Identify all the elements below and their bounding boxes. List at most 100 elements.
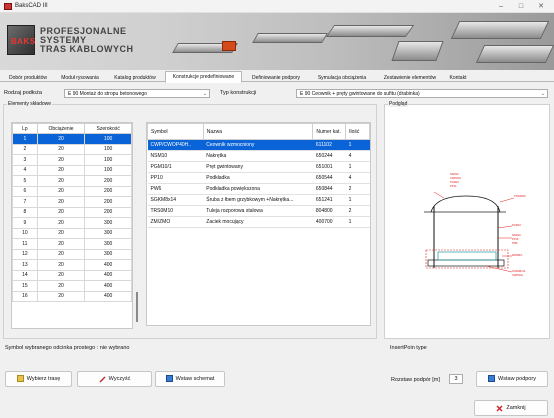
table-cell: 651001 (312, 161, 346, 173)
table-cell: 100 (84, 154, 132, 166)
wstaw-schemat-button[interactable]: Wstaw schemat (155, 371, 225, 387)
tab-definiowanie-podpory[interactable]: Definiowanie podpory (244, 72, 308, 82)
table-cell: 400700 (312, 216, 346, 228)
load-width-table[interactable]: Lp Obciążenie Szerokość 1 20 100 2 20 100 3 20 1… (11, 122, 133, 329)
table-cell: 20 (36, 133, 86, 145)
table-cell: PP10 (147, 172, 204, 184)
table-cell: 300 (84, 227, 132, 239)
preview-group-title: Podgląd (388, 101, 409, 107)
table-cell: 20 (36, 143, 86, 155)
eraser-icon (99, 375, 106, 383)
svg-text:PP10: PP10 (450, 184, 457, 188)
parts-table[interactable]: Symbol Nazwa Numer kat. Ilość CWP/CWOP40… (146, 122, 371, 326)
table-cell: ZM/ZMO (147, 216, 204, 228)
rozstaw-podpor-input[interactable]: 3 (449, 374, 463, 384)
table-row[interactable]: PW6 Podkładka powiększona 650844 2 (147, 183, 370, 195)
table-cell: 13 (12, 259, 38, 271)
chevron-down-icon: ⌄ (540, 91, 545, 97)
table-cell: 651241 (312, 194, 346, 206)
table-cell: 650544 (312, 172, 346, 184)
svg-text:CWP40H: CWP40H (512, 273, 523, 277)
column-header[interactable]: Ilość (345, 123, 370, 140)
table-cell: 1 (345, 161, 370, 173)
zamknij-button[interactable]: Zamknij (474, 400, 548, 416)
table-cell: 650244 (312, 150, 346, 162)
table-cell: 7 (12, 196, 38, 208)
table-cell: 100 (84, 133, 132, 145)
minimize-icon[interactable]: – (494, 2, 508, 11)
table-row[interactable]: 8 20 200 (12, 206, 132, 218)
typ-konstrukcji-select[interactable]: E 90 Ceownik + pręty gwintowane do sufit… (296, 89, 548, 98)
svg-text:TRS0M10: TRS0M10 (514, 194, 526, 198)
table-row[interactable]: 2 20 100 (12, 143, 132, 155)
table-row[interactable]: 4 20 100 (12, 164, 132, 176)
table-row[interactable]: 12 20 300 (12, 248, 132, 260)
column-header[interactable]: Obciążenie (36, 123, 86, 134)
svg-text:PGM10: PGM10 (512, 223, 521, 227)
tab-modul-rysowania[interactable]: Moduł rysowania (55, 72, 105, 82)
tab-dobor-produktow[interactable]: Dobór produktów (3, 72, 53, 82)
tab-katalog-produktow[interactable]: Katalog produktów (107, 72, 163, 82)
table-cell: 300 (84, 238, 132, 250)
wyczysc-button[interactable]: Wyczyść (77, 371, 152, 387)
tray-graphic (325, 25, 415, 37)
baks-logo: BAKS (7, 25, 35, 55)
table-row[interactable]: 9 20 300 (12, 217, 132, 229)
table-row[interactable]: 5 20 200 (12, 175, 132, 187)
column-header[interactable]: Lp (12, 123, 38, 134)
route-icon (16, 375, 24, 383)
table-row[interactable]: PGM10/1 Pręt gwintowany 651001 1 (147, 161, 370, 173)
table-row[interactable]: ZM/ZMO Zaciek mocujący 400700 1 (147, 216, 370, 228)
table-row[interactable]: TRS0M10 Tuleja rozporowa stalowa 804800 2 (147, 205, 370, 217)
table-cell: 5 (12, 175, 38, 187)
table-row[interactable]: 3 20 100 (12, 154, 132, 166)
table-row[interactable]: 1 20 100 (12, 133, 132, 145)
table-cell: 200 (84, 196, 132, 208)
tray-graphic (475, 45, 554, 63)
table-cell: 4 (345, 172, 370, 184)
table-cell: 8 (12, 206, 38, 218)
table-row[interactable]: 15 20 400 (12, 280, 132, 292)
close-icon (496, 404, 503, 412)
wstaw-podpory-button[interactable]: Wstaw podpory (476, 371, 548, 387)
tab-kontakt[interactable]: Kontakt (446, 72, 470, 82)
maximize-icon[interactable]: □ (514, 2, 528, 11)
table-cell: 400 (84, 290, 132, 302)
table-row[interactable]: 11 20 300 (12, 238, 132, 250)
tray-connector-graphic (222, 41, 236, 51)
table-row[interactable]: 13 20 400 (12, 259, 132, 271)
rodzaj-podloza-select[interactable]: E 90 Montaż do stropu betonowego ⌄ (64, 89, 210, 98)
table-row[interactable]: SGKM8x14 Śruba z łbem grzybkowym +Nakrętk… (147, 194, 370, 206)
table-cell: 400 (84, 269, 132, 281)
table-row[interactable]: 14 20 400 (12, 269, 132, 281)
table-row[interactable]: 10 20 300 (12, 227, 132, 239)
table-row[interactable]: CWP/CWOP40H.. Ceownik wzmocniony 611102 1 (147, 139, 370, 151)
title-bar: BaksCAD III – □ ✕ (0, 0, 554, 13)
tab-symulacja-obciazenia[interactable]: Symulacja obciążenia (310, 72, 374, 82)
rozstaw-podpor-label: Rozstaw podpór [m] (391, 377, 440, 383)
column-header[interactable]: Symbol (147, 123, 204, 140)
wybierz-trase-button[interactable]: Wybierz trasę (5, 371, 72, 387)
column-header[interactable]: Szerokość (84, 123, 132, 134)
column-header[interactable]: Numer kat. (312, 123, 347, 140)
table-cell: 11 (12, 238, 38, 250)
app-icon (4, 3, 12, 10)
table-row[interactable]: 6 20 200 (12, 185, 132, 197)
table-row[interactable]: PP10 Podkładka 650544 4 (147, 172, 370, 184)
tab-bar: Dobór produktów Moduł rysowania Katalog … (0, 70, 554, 83)
table-cell: CWP/CWOP40H.. (147, 139, 204, 151)
typ-konstrukcji-label: Typ konstrukcji (220, 90, 257, 96)
table-row[interactable]: NSM10 Nakrętka 650244 4 (147, 150, 370, 162)
table-row[interactable]: 7 20 200 (12, 196, 132, 208)
table-cell: 1 (345, 139, 370, 151)
table-cell: 200 (84, 206, 132, 218)
column-header[interactable]: Nazwa (202, 123, 314, 140)
svg-text:PGM10: PGM10 (450, 180, 459, 184)
scrollbar[interactable] (135, 122, 139, 329)
svg-text:ZM/ZMO: ZM/ZMO (512, 253, 522, 257)
tab-zestawienie-elementow[interactable]: Zestawienie elementów (376, 72, 444, 82)
table-row[interactable]: 16 20 400 (12, 290, 132, 302)
tab-konstrukcje-predefiniowane[interactable]: Konstrukcje predefiniowane (165, 71, 242, 83)
table-cell: 400 (84, 259, 132, 271)
close-icon[interactable]: ✕ (534, 2, 548, 11)
